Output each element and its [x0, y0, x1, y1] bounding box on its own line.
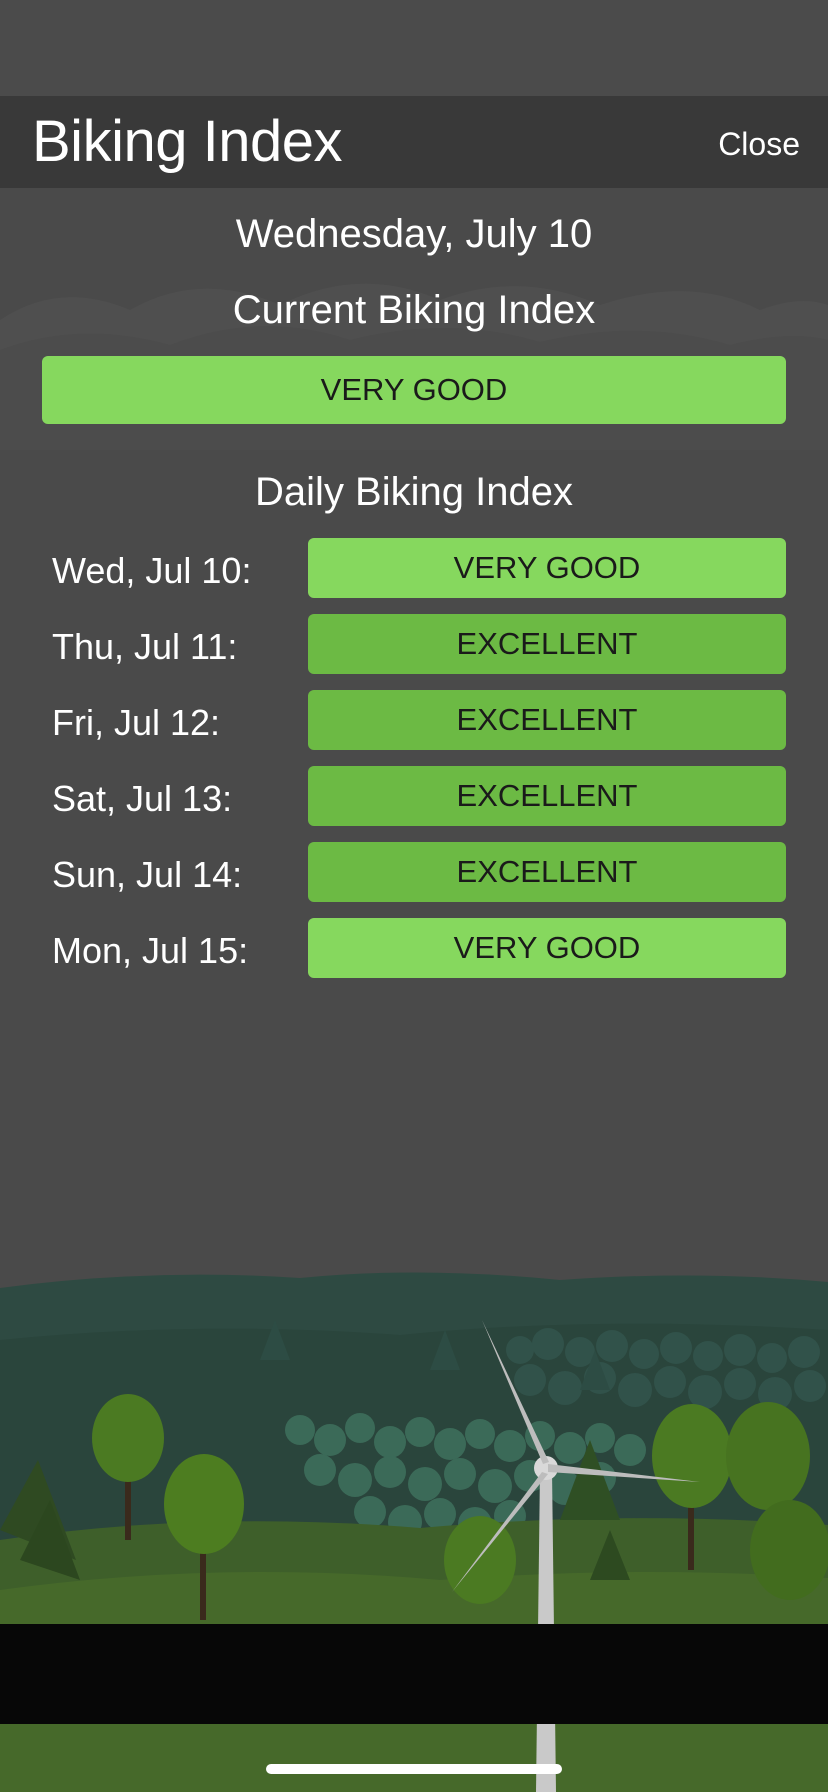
day-row: Sat, Jul 13: EXCELLENT	[0, 766, 828, 842]
day-row: Sun, Jul 14: EXCELLENT	[0, 842, 828, 918]
day-rating-badge: EXCELLENT	[308, 766, 786, 826]
day-rating-badge: EXCELLENT	[308, 690, 786, 750]
biking-index-screen: Biking Index Close Wednesday, July 10 Cu…	[0, 0, 828, 1792]
current-index-title: Current Biking Index	[232, 288, 596, 332]
day-row: Thu, Jul 11: EXCELLENT	[0, 614, 828, 690]
close-button[interactable]: Close	[718, 126, 800, 162]
day-rating-badge: EXCELLENT	[308, 842, 786, 902]
day-label: Sat, Jul 13:	[52, 778, 233, 819]
day-row: Wed, Jul 10: VERY GOOD	[0, 538, 828, 614]
status-bar	[0, 0, 828, 96]
day-row: Fri, Jul 12: EXCELLENT	[0, 690, 828, 766]
header-bar: Biking Index Close	[0, 96, 828, 188]
day-label: Sun, Jul 14:	[52, 854, 243, 895]
current-index-badge: VERY GOOD	[42, 356, 786, 424]
home-indicator[interactable]	[266, 1764, 562, 1774]
page-title: Biking Index	[32, 109, 342, 174]
day-label: Thu, Jul 11:	[52, 626, 238, 667]
daily-index-list: Wed, Jul 10: VERY GOOD Thu, Jul 11: EXCE…	[0, 538, 828, 994]
day-rating-badge: VERY GOOD	[308, 538, 786, 598]
day-label: Wed, Jul 10:	[52, 550, 252, 591]
day-label: Fri, Jul 12:	[52, 702, 221, 743]
current-date: Wednesday, July 10	[235, 212, 593, 256]
day-label: Mon, Jul 15:	[52, 930, 249, 971]
daily-index-title: Daily Biking Index	[255, 470, 573, 514]
bottom-bar	[0, 1624, 828, 1724]
day-rating-badge: VERY GOOD	[308, 918, 786, 978]
day-rating-badge: EXCELLENT	[308, 614, 786, 674]
day-row: Mon, Jul 15: VERY GOOD	[0, 918, 828, 994]
